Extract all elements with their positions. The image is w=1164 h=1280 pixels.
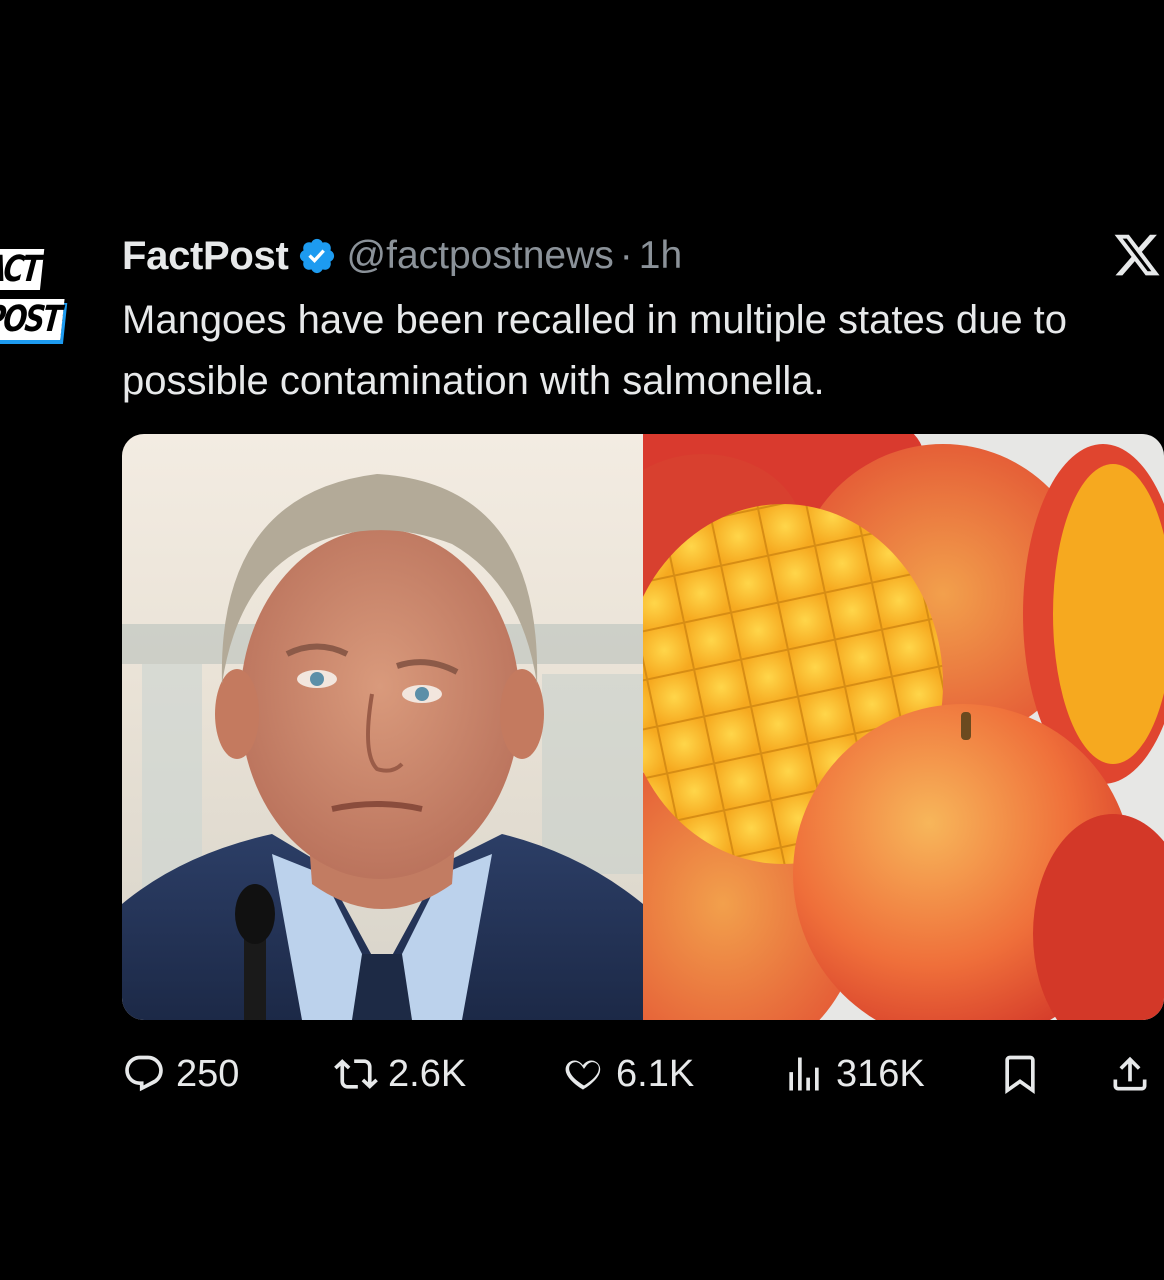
tweet-header: FactPost @factpostnews · 1h bbox=[122, 228, 682, 284]
photo-man-in-suit[interactable] bbox=[122, 434, 643, 1020]
reply-count: 250 bbox=[176, 1052, 240, 1095]
tweet-media[interactable] bbox=[122, 434, 1164, 1020]
like-button[interactable]: 6.1K bbox=[562, 1044, 694, 1104]
views-icon bbox=[789, 1057, 819, 1091]
display-name[interactable]: FactPost bbox=[122, 234, 289, 279]
logo-line-post: POST bbox=[0, 299, 65, 340]
views-count: 316K bbox=[836, 1052, 925, 1095]
reply-button[interactable]: 250 bbox=[122, 1044, 239, 1104]
views-button[interactable]: 316K bbox=[782, 1044, 925, 1104]
verified-badge-icon[interactable] bbox=[297, 236, 337, 276]
tweet-actions: 250 2.6K 6.1K 316K bbox=[122, 1044, 1164, 1104]
reply-icon bbox=[125, 1055, 163, 1092]
logo-line-act: ACT bbox=[0, 249, 62, 290]
tweet-text: Mangoes have been recalled in multiple s… bbox=[122, 298, 1068, 403]
post-time[interactable]: 1h bbox=[639, 234, 682, 278]
repost-count: 2.6K bbox=[388, 1052, 467, 1095]
like-icon bbox=[565, 1060, 601, 1091]
like-count: 6.1K bbox=[616, 1052, 695, 1095]
bookmark-button[interactable] bbox=[998, 1044, 1042, 1104]
share-button[interactable] bbox=[1108, 1044, 1152, 1104]
avatar[interactable]: ACT POST bbox=[0, 248, 82, 358]
photo-mangoes[interactable] bbox=[643, 434, 1164, 1020]
bookmark-icon bbox=[1005, 1055, 1035, 1095]
user-handle[interactable]: @factpostnews bbox=[347, 234, 614, 278]
separator-dot: · bbox=[619, 234, 633, 277]
share-icon bbox=[1113, 1056, 1147, 1091]
repost-icon bbox=[334, 1059, 378, 1089]
repost-button[interactable]: 2.6K bbox=[334, 1044, 466, 1104]
x-logo-icon bbox=[1112, 230, 1162, 280]
